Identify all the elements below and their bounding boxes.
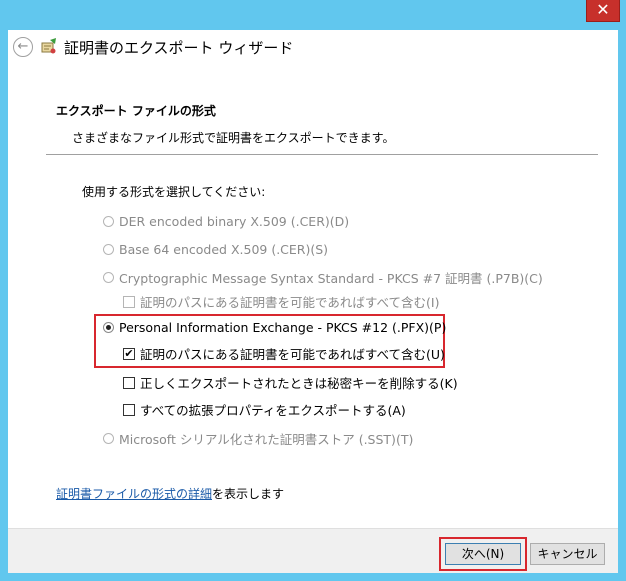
radio-base64-label: Base 64 encoded X.509 (.CER)(S) — [119, 242, 329, 257]
radio-icon — [103, 244, 114, 255]
wizard-header: ← 証明書のエクスポート ウィザード — [8, 30, 618, 64]
radio-sst[interactable]: Microsoft シリアル化された証明書ストア (.SST)(T) — [103, 429, 413, 448]
checkmark-icon: ✔ — [123, 346, 135, 360]
checkbox-pkcs7-include-path-label: 証明のパスにある証明書を可能であればすべて含む(I) — [140, 295, 440, 310]
radio-pkcs7-label: Cryptographic Message Syntax Standard - … — [119, 271, 543, 286]
checkbox-pfx-export-props[interactable]: すべての拡張プロパティをエクスポートする(A) — [123, 400, 406, 419]
checkbox-pkcs7-include-path[interactable]: 証明のパスにある証明書を可能であればすべて含む(I) — [123, 292, 439, 311]
checkbox-pfx-include-path[interactable]: ✔ 証明のパスにある証明書を可能であればすべて含む(U) — [123, 344, 445, 363]
format-details-suffix: を表示します — [212, 487, 285, 501]
checkbox-pfx-delete-key-label: 正しくエクスポートされたときは秘密キーを削除する(K) — [140, 376, 458, 391]
radio-der-label: DER encoded binary X.509 (.CER)(D) — [119, 214, 350, 229]
wizard-window: ← 証明書のエクスポート ウィザード エクスポート ファイルの形式 さまざまなフ… — [8, 30, 618, 573]
radio-pfx[interactable]: Personal Information Exchange - PKCS #12… — [103, 320, 446, 335]
cancel-button[interactable]: キャンセル — [530, 543, 605, 565]
checkbox-icon — [123, 403, 135, 416]
radio-pkcs7[interactable]: Cryptographic Message Syntax Standard - … — [103, 268, 543, 287]
checkbox-icon — [123, 295, 135, 308]
format-details-text: 証明書ファイルの形式の詳細を表示します — [56, 485, 284, 502]
checkbox-pfx-include-path-label: 証明のパスにある証明書を可能であればすべて含む(U) — [140, 347, 445, 362]
radio-icon — [103, 216, 114, 227]
radio-icon — [103, 272, 114, 283]
back-arrow-icon[interactable]: ← — [13, 37, 33, 57]
wizard-title: 証明書のエクスポート ウィザード — [64, 39, 294, 57]
section-description: さまざまなファイル形式で証明書をエクスポートできます。 — [72, 131, 395, 145]
close-button[interactable]: ✕ — [586, 0, 620, 22]
button-bar: 次へ(N) キャンセル — [8, 528, 618, 573]
checkbox-pfx-delete-key[interactable]: 正しくエクスポートされたときは秘密キーを削除する(K) — [123, 373, 458, 392]
format-prompt: 使用する形式を選択してください: — [82, 185, 266, 199]
format-details-link[interactable]: 証明書ファイルの形式の詳細 — [56, 487, 212, 501]
checkbox-pfx-export-props-label: すべての拡張プロパティをエクスポートする(A) — [140, 403, 406, 418]
radio-der[interactable]: DER encoded binary X.509 (.CER)(D) — [103, 214, 349, 229]
next-button[interactable]: 次へ(N) — [445, 543, 521, 565]
radio-sst-label: Microsoft シリアル化された証明書ストア (.SST)(T) — [119, 432, 414, 447]
checkbox-icon — [123, 376, 135, 389]
divider — [46, 154, 598, 155]
radio-icon — [103, 433, 114, 444]
radio-pfx-label: Personal Information Exchange - PKCS #12… — [119, 320, 447, 335]
radio-checked-icon — [103, 322, 114, 333]
radio-base64[interactable]: Base 64 encoded X.509 (.CER)(S) — [103, 242, 328, 257]
section-title: エクスポート ファイルの形式 — [56, 104, 216, 118]
title-bar: ✕ — [0, 0, 626, 30]
certificate-wizard-icon — [41, 38, 56, 54]
